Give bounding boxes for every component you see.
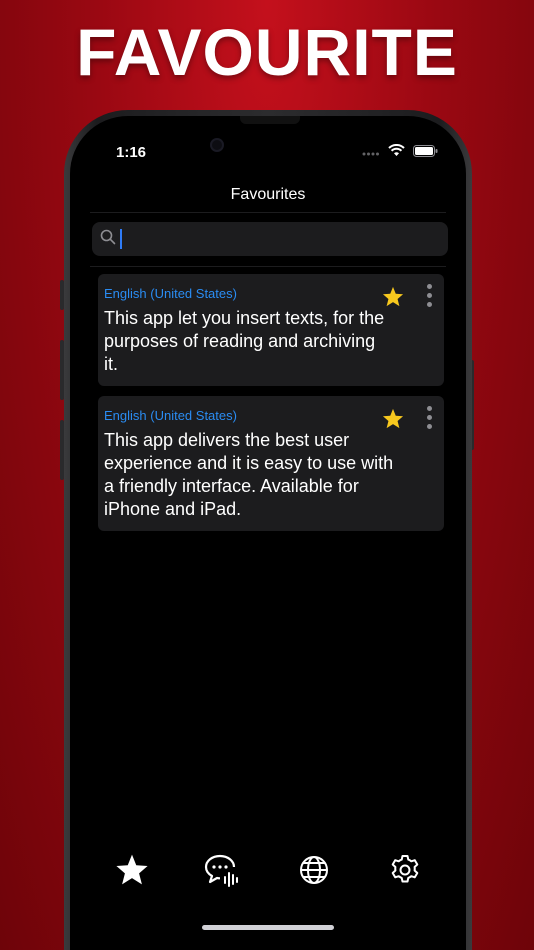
gear-icon xyxy=(389,854,421,891)
speaker-grille xyxy=(240,116,300,124)
star-icon[interactable] xyxy=(382,408,404,434)
card-language: English (United States) xyxy=(104,408,237,423)
status-time: 1:16 xyxy=(116,144,147,161)
wifi-icon xyxy=(388,144,405,162)
favourite-card[interactable]: English (United States) This app deliver… xyxy=(98,396,444,531)
promo-headline: FAVOURITE xyxy=(76,15,458,89)
front-camera xyxy=(210,138,224,152)
search-icon xyxy=(100,229,116,250)
globe-icon xyxy=(299,855,329,890)
card-text: This app let you insert texts, for the p… xyxy=(104,308,385,374)
battery-icon xyxy=(413,144,438,162)
card-language: English (United States) xyxy=(104,286,237,301)
star-icon xyxy=(115,853,149,891)
status-icons xyxy=(362,144,438,162)
page-title: Favourites xyxy=(230,186,306,203)
text-cursor xyxy=(120,229,122,249)
favourite-card[interactable]: English (United States) This app let you… xyxy=(98,274,444,386)
more-options-icon[interactable] xyxy=(427,406,432,429)
phone-frame: 1:16 Favourites English (United States) xyxy=(64,110,472,950)
search-divider xyxy=(90,266,446,267)
search-field[interactable] xyxy=(92,222,448,256)
tab-settings[interactable] xyxy=(383,850,427,894)
tab-translate[interactable] xyxy=(292,850,336,894)
tab-favourites[interactable] xyxy=(110,850,154,894)
home-indicator[interactable] xyxy=(202,925,334,930)
card-text: This app delivers the best user experien… xyxy=(104,430,394,519)
tab-bar xyxy=(70,850,466,894)
nav-divider xyxy=(90,212,446,213)
star-icon[interactable] xyxy=(382,286,404,312)
phone-screen: 1:16 Favourites English (United States) xyxy=(70,116,466,950)
more-options-icon[interactable] xyxy=(427,284,432,307)
speech-bubble-audio-icon xyxy=(204,853,242,892)
tab-speech[interactable] xyxy=(201,850,245,894)
signal-icon xyxy=(362,144,380,162)
